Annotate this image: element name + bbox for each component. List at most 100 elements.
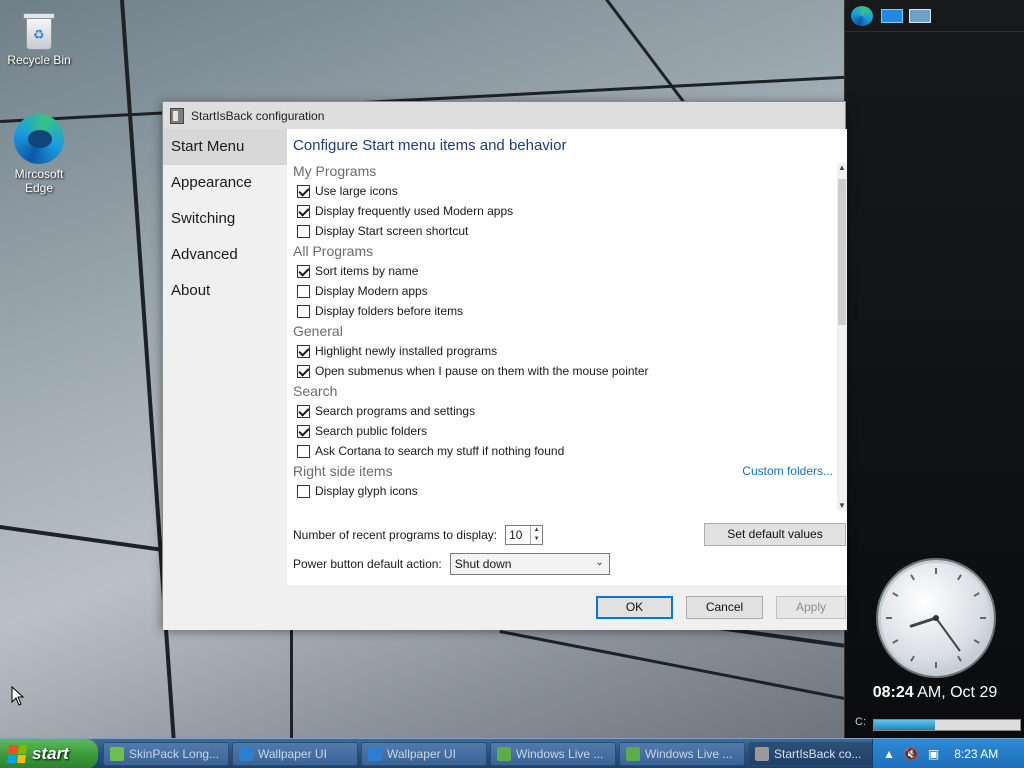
option-display-modern-apps[interactable]: Display Modern apps [287, 281, 847, 301]
disk-usage-bar [873, 719, 1021, 731]
network-icon[interactable]: ▣ [928, 747, 939, 761]
edge-icon [14, 114, 64, 164]
clock-tick [910, 574, 915, 581]
set-default-values-button[interactable]: Set default values [704, 523, 846, 546]
stepper-down-icon[interactable]: ▼ [531, 535, 542, 544]
checkbox[interactable] [297, 344, 310, 358]
option-highlight-new-programs[interactable]: Highlight newly installed programs [287, 341, 847, 361]
edge-icon[interactable] [851, 6, 873, 26]
taskbar-button[interactable]: Windows Live ... [619, 742, 745, 766]
option-label: Search public folders [315, 424, 428, 438]
nav-item-start-menu[interactable]: Start Menu [163, 129, 287, 165]
taskbar-button[interactable]: Wallpaper UI [232, 742, 358, 766]
option-use-large-icons[interactable]: Use large icons [287, 181, 847, 201]
clock-tick [973, 592, 980, 597]
taskbar-button[interactable]: Wallpaper UI [361, 742, 487, 766]
checkbox[interactable] [297, 404, 310, 418]
scrollbar-thumb[interactable] [838, 179, 846, 325]
start-button[interactable]: start [0, 739, 98, 768]
window-title: StartIsBack configuration [191, 108, 325, 123]
volume-muted-icon[interactable]: 🔇 [904, 747, 919, 761]
option-label: Sort items by name [315, 264, 419, 278]
section-title-all-programs: All Programs [293, 243, 374, 259]
screen-icon[interactable] [881, 9, 903, 23]
taskbar-button[interactable]: SkinPack Long... [103, 742, 229, 766]
window-titlebar[interactable]: StartIsBack configuration [163, 102, 845, 129]
checkbox[interactable] [297, 224, 310, 238]
nav-item-appearance[interactable]: Appearance [163, 165, 287, 201]
option-search-programs-settings[interactable]: Search programs and settings [287, 401, 847, 421]
task-app-icon [239, 747, 253, 761]
cancel-button[interactable]: Cancel [686, 596, 763, 619]
checkbox[interactable] [297, 364, 310, 378]
option-ask-cortana[interactable]: Ask Cortana to search my stuff if nothin… [287, 441, 847, 461]
option-display-glyph-icons[interactable]: Display glyph icons [287, 481, 847, 501]
section-title-my-programs: My Programs [293, 163, 377, 179]
clock-readout: 08:24 AM, Oct 29 [845, 684, 1024, 702]
checkbox[interactable] [297, 264, 310, 278]
nav-item-about[interactable]: About [163, 273, 287, 309]
task-app-icon [110, 747, 124, 761]
option-label: Search programs and settings [315, 404, 476, 418]
task-app-icon [368, 747, 382, 761]
power-action-value: Shut down [454, 557, 512, 571]
taskbar-button[interactable]: StartIsBack co... [748, 742, 874, 766]
option-folders-before-items[interactable]: Display folders before items [287, 301, 847, 321]
checkbox[interactable] [297, 444, 310, 458]
option-label: Display Modern apps [315, 284, 428, 298]
option-open-submenus-on-hover[interactable]: Open submenus when I pause on them with … [287, 361, 847, 381]
disk-meter: C: [855, 716, 1021, 732]
nav-item-advanced[interactable]: Advanced [163, 237, 287, 273]
recycle-bin-icon: ♻ [22, 10, 56, 50]
option-label: Use large icons [315, 184, 398, 198]
task-label: Wallpaper UI [258, 747, 327, 761]
clock-tick [957, 655, 962, 662]
nav-item-switching[interactable]: Switching [163, 201, 287, 237]
clock-tick [957, 574, 962, 581]
checkbox[interactable] [297, 184, 310, 198]
custom-folders-link[interactable]: Custom folders... [742, 461, 833, 481]
checkbox[interactable] [297, 424, 310, 438]
taskbar: start SkinPack Long... Wallpaper UI Wallpa… [0, 738, 1024, 768]
clock-tick [973, 639, 980, 644]
taskbar-button[interactable]: Windows Live ... [490, 742, 616, 766]
power-button-label: Power button default action: [293, 557, 442, 571]
clock-tick [910, 655, 915, 662]
option-sort-by-name[interactable]: Sort items by name [287, 261, 847, 281]
tray-clock[interactable]: 8:23 AM [954, 747, 998, 761]
clock-date: AM, Oct 29 [913, 684, 998, 701]
system-tray: ▲ 🔇 ▣ 8:23 AM [872, 739, 1024, 768]
checkbox[interactable] [297, 204, 310, 218]
recent-programs-value[interactable]: 10 [506, 526, 530, 544]
option-label: Display Start screen shortcut [315, 224, 469, 238]
tray-expand-icon[interactable]: ▲ [883, 747, 895, 761]
desktop-icon-edge[interactable]: Mircosoft Edge [1, 114, 77, 195]
option-start-screen-shortcut[interactable]: Display Start screen shortcut [287, 221, 847, 241]
checkbox[interactable] [297, 284, 310, 298]
task-app-icon [626, 747, 640, 761]
section-title-search: Search [293, 383, 338, 399]
clock-time: 08:24 [872, 684, 914, 701]
apply-button[interactable]: Apply [776, 596, 846, 619]
checkbox[interactable] [297, 484, 310, 498]
checkbox[interactable] [297, 304, 310, 318]
option-frequent-modern-apps[interactable]: Display frequently used Modern apps [287, 201, 847, 221]
desktop-sidebar: 08:24 AM, Oct 29 C: [844, 0, 1024, 738]
options-scrollbar[interactable]: ▲ ▼ [837, 163, 847, 511]
recent-programs-stepper[interactable]: 10 ▲ ▼ [505, 525, 544, 545]
ok-button[interactable]: OK [596, 596, 673, 619]
dialog-footer: OK Cancel Apply [163, 585, 847, 630]
power-action-select[interactable]: Shut down ⌄ [449, 553, 610, 575]
stepper-up-icon[interactable]: ▲ [531, 526, 542, 535]
wallpaper-line [290, 620, 293, 740]
disk-usage-fill [874, 720, 936, 730]
scroll-down-arrow-icon[interactable]: ▼ [837, 501, 847, 511]
option-label: Ask Cortana to search my stuff if nothin… [315, 444, 565, 458]
task-label: Windows Live ... [516, 747, 604, 761]
desktop-icon-recycle-bin[interactable]: ♻ Recycle Bin [1, 10, 77, 67]
option-search-public-folders[interactable]: Search public folders [287, 421, 847, 441]
mouse-cursor-icon [11, 686, 25, 706]
scroll-up-arrow-icon[interactable]: ▲ [837, 163, 847, 173]
windows-flag-icon [7, 745, 27, 763]
display-icon[interactable] [909, 9, 931, 23]
